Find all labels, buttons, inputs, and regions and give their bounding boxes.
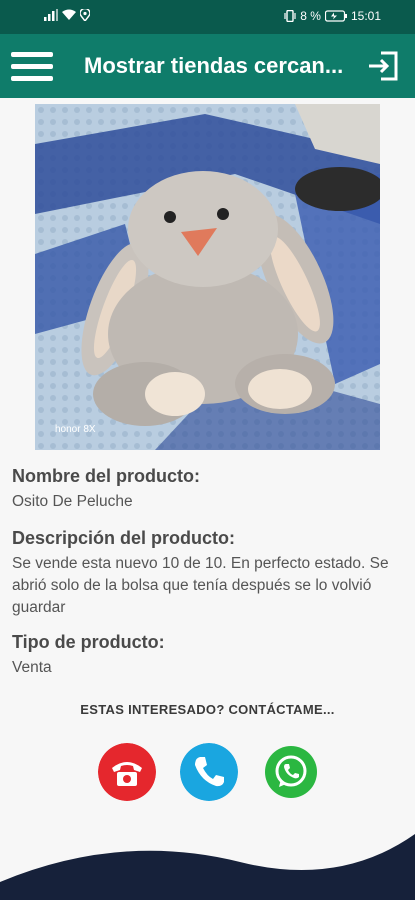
whatsapp-icon[interactable] (262, 743, 320, 801)
product-description-value: Se vende esta nuevo 10 de 10. En perfect… (12, 555, 389, 616)
product-name-label: Nombre del producto: (12, 466, 200, 486)
product-name-section: Nombre del producto: Osito De Peluche (12, 466, 402, 513)
battery-icon (324, 10, 347, 22)
status-bar: 8 % 15:01 (0, 0, 415, 34)
app-bar: Mostrar tiendas cercan... (0, 34, 415, 98)
phone-call-icon[interactable] (180, 743, 238, 801)
status-icons-right: 8 % 15:01 (284, 9, 381, 23)
hamburger-menu-icon[interactable] (11, 50, 55, 82)
product-type-label: Tipo de producto: (12, 632, 165, 652)
product-image: honor 8X (35, 104, 380, 450)
product-name-value: Osito De Peluche (12, 493, 133, 510)
app-title: Mostrar tiendas cercan... (84, 53, 344, 78)
contact-prompt: ESTAS INTERESADO? CONTÁCTAME... (80, 702, 335, 717)
wifi-icon (62, 9, 76, 20)
product-type-section: Tipo de producto: Venta (12, 632, 402, 679)
signal-icon (44, 9, 58, 21)
photo-watermark: honor 8X (55, 424, 96, 435)
telephone-icon[interactable] (98, 743, 156, 801)
status-icons-left (44, 9, 90, 21)
clock: 15:01 (350, 9, 381, 23)
product-type-value: Venta (12, 659, 52, 676)
footer-wave (0, 834, 415, 900)
product-description-label: Descripción del producto: (12, 528, 236, 548)
exit-icon[interactable] (367, 51, 399, 81)
vibrate-icon (284, 10, 296, 22)
product-description-section: Descripción del producto: Se vende esta … (12, 528, 402, 619)
location-icon (80, 9, 90, 21)
battery-percent: 8 % (300, 9, 321, 23)
